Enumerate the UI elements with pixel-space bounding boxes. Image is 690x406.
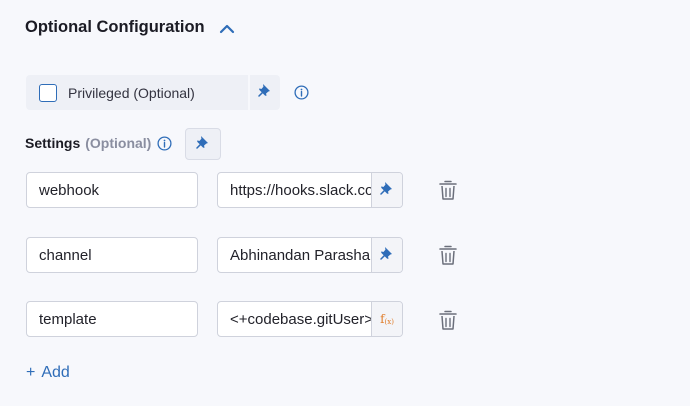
settings-optional-label: (Optional) bbox=[85, 135, 152, 151]
privileged-field[interactable]: Privileged (Optional) bbox=[26, 75, 248, 110]
pin-icon bbox=[258, 83, 272, 102]
pin-icon bbox=[380, 181, 394, 200]
setting-value-input[interactable]: <+codebase.gitUser> bbox=[218, 302, 371, 336]
value-pin-button[interactable] bbox=[371, 173, 402, 207]
privileged-info-icon[interactable] bbox=[294, 85, 309, 100]
add-setting-button[interactable]: + Add bbox=[26, 364, 70, 382]
pin-icon bbox=[196, 135, 210, 154]
setting-key-input[interactable]: template bbox=[26, 301, 198, 337]
setting-key-input[interactable]: channel bbox=[26, 237, 198, 273]
setting-value-field[interactable]: https://hooks.slack.com bbox=[217, 172, 403, 208]
value-expression-button[interactable]: f(x) bbox=[371, 302, 402, 336]
privileged-label: Privileged (Optional) bbox=[68, 84, 195, 101]
value-pin-button[interactable] bbox=[371, 238, 402, 272]
settings-label-row: Settings (Optional) bbox=[25, 135, 172, 151]
plus-icon: + bbox=[26, 364, 36, 381]
fx-icon: f(x) bbox=[380, 312, 394, 326]
setting-value-input[interactable]: https://hooks.slack.com bbox=[218, 173, 371, 207]
trash-icon[interactable] bbox=[438, 179, 458, 201]
trash-icon[interactable] bbox=[438, 244, 458, 266]
setting-value-input[interactable]: Abhinandan Parasharam bbox=[218, 238, 371, 272]
privileged-pin-button[interactable] bbox=[250, 75, 280, 110]
add-label: Add bbox=[41, 364, 70, 381]
optional-configuration-header[interactable]: Optional Configuration bbox=[25, 18, 235, 37]
trash-icon[interactable] bbox=[438, 309, 458, 331]
section-title: Optional Configuration bbox=[25, 18, 205, 36]
setting-key-input[interactable]: webhook bbox=[26, 172, 198, 208]
settings-label: Settings bbox=[25, 135, 81, 151]
privileged-checkbox[interactable] bbox=[39, 83, 57, 102]
settings-pin-button[interactable] bbox=[185, 128, 221, 160]
pin-icon bbox=[380, 246, 394, 265]
setting-value-field[interactable]: Abhinandan Parasharam bbox=[217, 237, 403, 273]
setting-value-field[interactable]: <+codebase.gitUser> f(x) bbox=[217, 301, 403, 337]
chevron-up-icon[interactable] bbox=[219, 22, 235, 34]
settings-info-icon[interactable] bbox=[157, 135, 172, 151]
